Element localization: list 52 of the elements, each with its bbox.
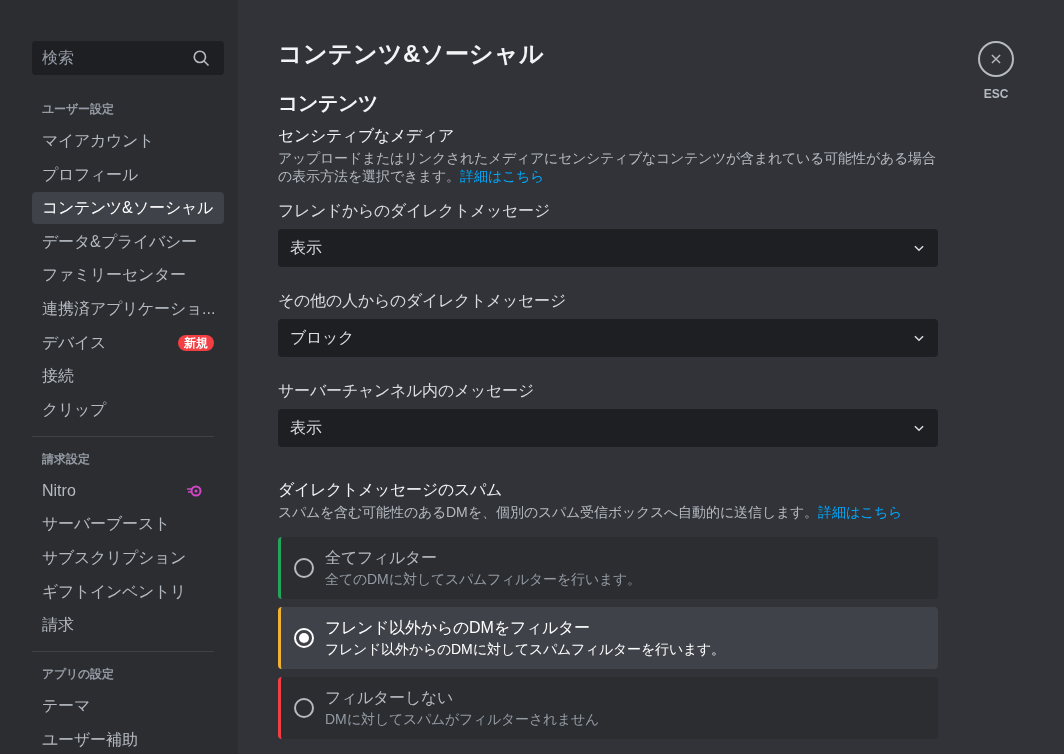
sidebar-item[interactable]: ギフトインベントリ xyxy=(32,575,214,608)
new-badge: 新規 xyxy=(178,334,214,351)
sidebar-item[interactable]: プロフィール xyxy=(32,158,224,191)
section-heading: アプリの設定 xyxy=(41,666,115,684)
sidebar-item[interactable]: サブスクリプション xyxy=(32,541,214,574)
sidebar-item[interactable]: ファミリーセンター xyxy=(32,259,224,292)
section-title: コンテンツ xyxy=(278,91,379,116)
learn-more-link[interactable]: 詳細はこちら xyxy=(460,168,544,184)
close-icon xyxy=(989,52,1003,66)
option-description: 全てのDMに対してスパムフィルターを行います。 xyxy=(325,570,641,588)
sidebar-item[interactable]: 連携済アプリケーショ... xyxy=(32,292,224,325)
setting-title: センシティブなメディア xyxy=(278,126,455,146)
sidebar-item[interactable]: 接続 xyxy=(32,360,224,393)
sidebar-item[interactable]: コンテンツ&ソーシャル xyxy=(32,192,224,225)
sidebar-item[interactable]: デバイス 新規 xyxy=(32,326,224,359)
dropdown[interactable]: ブロック xyxy=(278,319,938,357)
search-icon xyxy=(192,49,210,67)
radio-option[interactable]: フレンド以外からのDMをフィルター フレンド以外からのDMに対してスパムフィルターを行います。 xyxy=(278,607,938,669)
sidebar-item[interactable]: データ&プライバシー xyxy=(32,225,224,258)
esc-label: ESC xyxy=(983,86,1009,103)
sidebar-item[interactable]: クリップ xyxy=(32,393,224,426)
dropdown[interactable]: 表示 xyxy=(278,409,938,447)
radio-option[interactable]: フィルターしない DMに対してスパムがフィルターされません xyxy=(278,677,938,739)
option-title: フィルターしない xyxy=(325,688,454,708)
option-description: DMに対してスパムがフィルターされません xyxy=(325,710,599,728)
page-title: コンテンツ&ソーシャル xyxy=(278,39,546,69)
dropdown-label: フレンドからのダイレクトメッセージ xyxy=(278,201,551,221)
section-heading: 請求設定 xyxy=(41,450,91,468)
close-button[interactable] xyxy=(978,41,1014,77)
nitro-icon xyxy=(186,484,202,497)
setting-title: ダイレクトメッセージのスパム xyxy=(278,480,503,500)
search-field[interactable]: 検索 xyxy=(32,41,224,75)
sidebar-item[interactable]: サーバーブースト xyxy=(32,508,214,541)
sidebar-item[interactable]: テーマ xyxy=(32,690,214,723)
learn-more-link[interactable]: 詳細はこちら xyxy=(817,504,902,520)
sidebar-item[interactable]: ユーザー補助 xyxy=(32,723,214,754)
section-heading: ユーザー設定 xyxy=(41,101,115,118)
radio-option[interactable]: 全てフィルター 全てのDMに対してスパムフィルターを行います。 xyxy=(278,537,938,599)
sidebar-item[interactable]: 請求 xyxy=(32,609,214,642)
dropdown[interactable]: 表示 xyxy=(278,229,938,267)
option-title: フレンド以外からのDMをフィルター xyxy=(325,618,591,638)
dropdown-label: その他の人からのダイレクトメッセージ xyxy=(278,291,567,311)
sidebar-item[interactable]: Nitro xyxy=(32,474,214,507)
dropdown-label: サーバーチャンネル内のメッセージ xyxy=(278,381,535,401)
radio-icon xyxy=(293,557,315,579)
setting-description: アップロードまたはリンクされたメディアにセンシティブなコンテンツが含まれている可能性がある場合の表示方法を選択できます。詳細はこちら xyxy=(278,149,937,185)
radio-icon xyxy=(293,697,315,719)
setting-description: スパムを含む可能性のあるDMを、個別のスパム受信ボックスへ自動的に送信します。詳細はこちら xyxy=(278,503,903,521)
sidebar-item[interactable]: マイアカウント xyxy=(32,125,224,157)
option-title: 全てフィルター xyxy=(325,548,438,568)
option-description: フレンド以外からのDMに対してスパムフィルターを行います。 xyxy=(325,640,725,658)
radio-icon xyxy=(293,627,315,649)
